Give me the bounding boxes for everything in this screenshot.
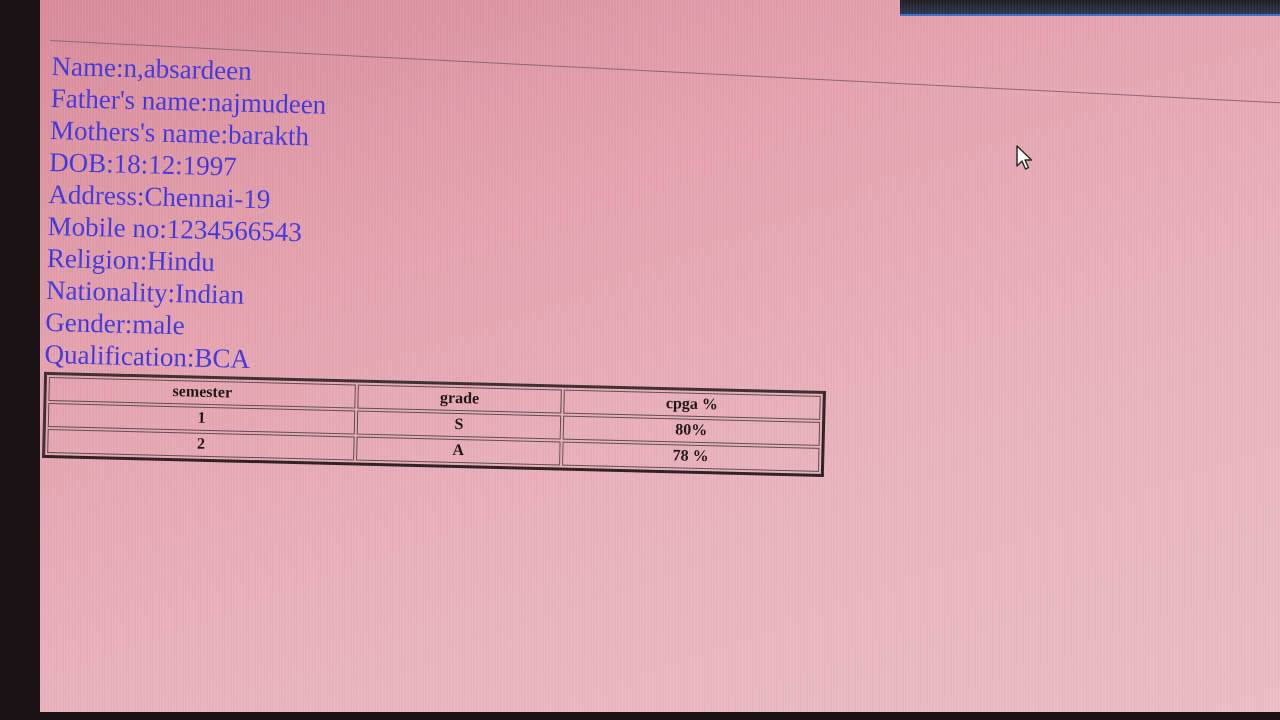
student-details: Name:n,absardeen Father's name:najmudeen… bbox=[42, 50, 834, 477]
cell-cpga: 80% bbox=[562, 415, 821, 446]
cell-grade: A bbox=[356, 436, 561, 466]
mouse-pointer-icon bbox=[1016, 145, 1034, 176]
cell-semester: 2 bbox=[47, 429, 355, 461]
marks-table: semester grade cpga % 1 S 80% 2 A 78 % bbox=[42, 371, 826, 477]
browser-viewport: Name:n,absardeen Father's name:najmudeen… bbox=[40, 0, 1280, 712]
header-grade: grade bbox=[357, 384, 562, 414]
header-cpga: cpga % bbox=[562, 389, 821, 420]
cell-grade: S bbox=[356, 410, 561, 440]
window-top-edge bbox=[900, 0, 1280, 16]
cell-cpga: 78 % bbox=[561, 441, 820, 472]
